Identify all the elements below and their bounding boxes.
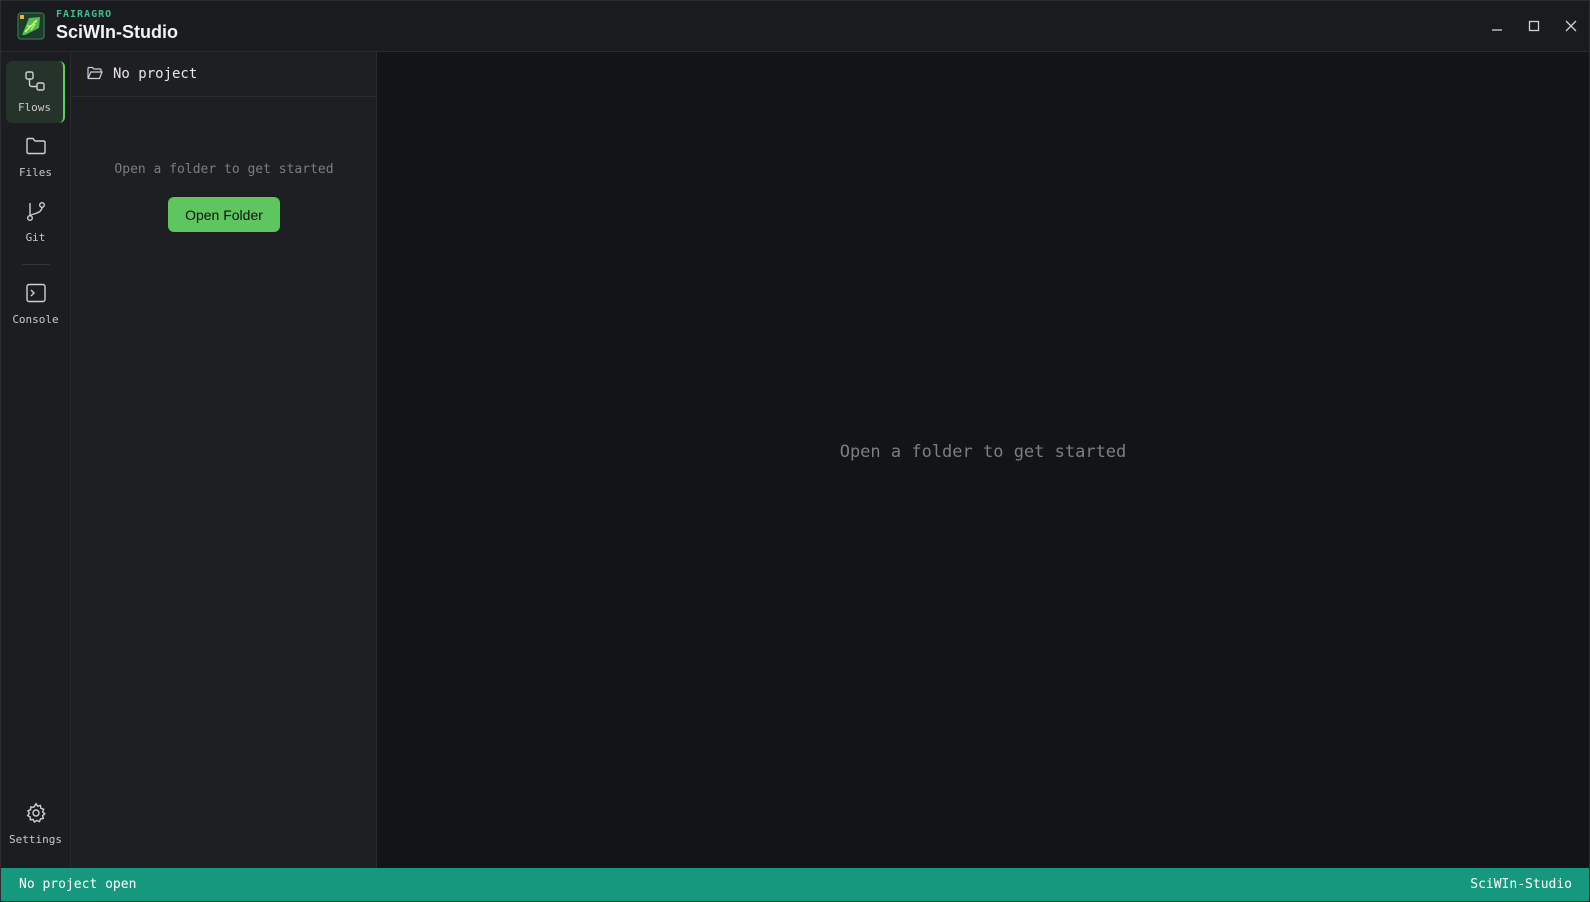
flows-icon [24,70,46,96]
brand: FAIRAGRO SciWIn-Studio [56,9,178,43]
editor-empty-message: Open a folder to get started [839,442,1127,462]
app-logo-icon [17,12,45,40]
activity-files-label: Files [18,166,53,179]
close-icon [1565,20,1577,32]
activity-flows[interactable]: Flows [6,61,65,123]
minimize-button[interactable] [1478,1,1515,51]
maximize-icon [1528,20,1540,32]
window-controls [1478,1,1589,51]
app-title: SciWIn-Studio [56,22,178,42]
activity-bar: Flows Files Git Console Settings [1,52,71,868]
project-header: No project [71,52,376,97]
status-right: SciWIn-Studio [1470,877,1572,892]
open-folder-button[interactable]: Open Folder [168,197,280,232]
editor-area: Open a folder to get started [377,52,1589,868]
activity-git[interactable]: Git [6,191,65,253]
gear-icon [25,802,47,828]
terminal-icon [25,282,47,308]
workbench: Flows Files Git Console Settings No proj… [1,52,1589,868]
project-label: No project [113,66,198,82]
sidebar-empty-message: Open a folder to get started [114,162,334,177]
activity-git-label: Git [25,231,46,244]
activity-settings-label: Settings [9,833,62,846]
activity-divider [21,264,50,265]
maximize-button[interactable] [1515,1,1552,51]
sidebar-panel: No project Open a folder to get started … [71,52,377,868]
activity-files[interactable]: Files [6,126,65,188]
folder-icon [25,135,47,161]
folder-open-icon [87,65,103,84]
minimize-icon [1491,20,1503,32]
git-branch-icon [25,200,47,226]
title-bar[interactable]: FAIRAGRO SciWIn-Studio [1,1,1589,52]
close-button[interactable] [1552,1,1589,51]
status-bar: No project open SciWIn-Studio [1,868,1589,901]
brand-org: FAIRAGRO [56,9,113,20]
activity-console-label: Console [12,313,59,326]
status-left: No project open [19,877,137,892]
activity-flows-label: Flows [17,101,52,114]
activity-settings[interactable]: Settings [6,793,65,855]
app-window: FAIRAGRO SciWIn-Studio Flows Files Git C… [0,0,1590,902]
activity-console[interactable]: Console [6,273,65,335]
